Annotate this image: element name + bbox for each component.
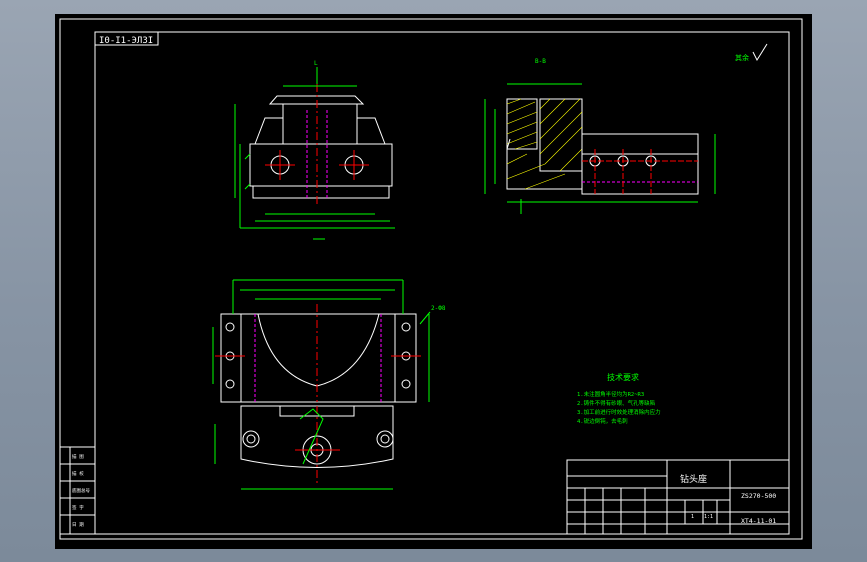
svg-text:底图总号: 底图总号 (72, 487, 90, 494)
svg-text:描 图: 描 图 (72, 453, 84, 460)
roughness-symbol: 其余 (735, 43, 768, 62)
tech-requirements: 技术要求 1.未注圆角半径均为R2~R3 2.铸件不得有砂眼、气孔等缺陷 3.加… (577, 372, 661, 425)
tech-item: 2.铸件不得有砂眼、气孔等缺陷 (577, 399, 655, 407)
view-label-right: B-B (535, 58, 546, 65)
left-side-table: 描 图 描 校 底图总号 签 字 日 期 (59, 446, 96, 535)
svg-text:其余: 其余 (735, 53, 749, 62)
svg-text:日 期: 日 期 (72, 522, 84, 528)
title-block: 钻头座 ZS270-500 XT4-11-01 1:1 1 (566, 459, 790, 535)
front-view: L (234, 60, 395, 240)
part-code: XT4-11-01 (741, 517, 776, 525)
drawing-code-box: I0-I1-ЭЛЗI (94, 31, 159, 46)
inner-frame (94, 31, 790, 535)
part-name: 钻头座 (680, 473, 707, 485)
tech-item: 4.锐边倒钝，去毛刺 (577, 417, 628, 425)
cad-viewport[interactable]: I0-I1-ЭЛЗI 其余 L B-B 2-Ф8 技术要求 1.未注圆角半径均为… (55, 14, 812, 549)
tech-item: 3.加工前进行时效处理消除内应力 (577, 408, 661, 416)
leader-label: 2-Ф8 (431, 305, 446, 312)
svg-text:签 字: 签 字 (72, 504, 84, 511)
tech-title: 技术要求 (607, 372, 639, 382)
tech-item: 1.未注圆角半径均为R2~R3 (577, 390, 644, 398)
sheet-value: 1 (691, 514, 694, 520)
bottom-view: 2-Ф8 (212, 279, 446, 490)
drawing-code: I0-I1-ЭЛЗI (99, 36, 153, 46)
outer-frame (59, 18, 803, 540)
side-section-view: B-B (484, 58, 716, 214)
drawing-number: ZS270-500 (741, 492, 776, 500)
view-label-top: L (314, 60, 318, 67)
drawing-sheet: I0-I1-ЭЛЗI 其余 L B-B 2-Ф8 技术要求 1.未注圆角半径均为… (59, 18, 803, 540)
svg-text:描 校: 描 校 (72, 470, 84, 477)
scale-value: 1:1 (704, 514, 713, 520)
